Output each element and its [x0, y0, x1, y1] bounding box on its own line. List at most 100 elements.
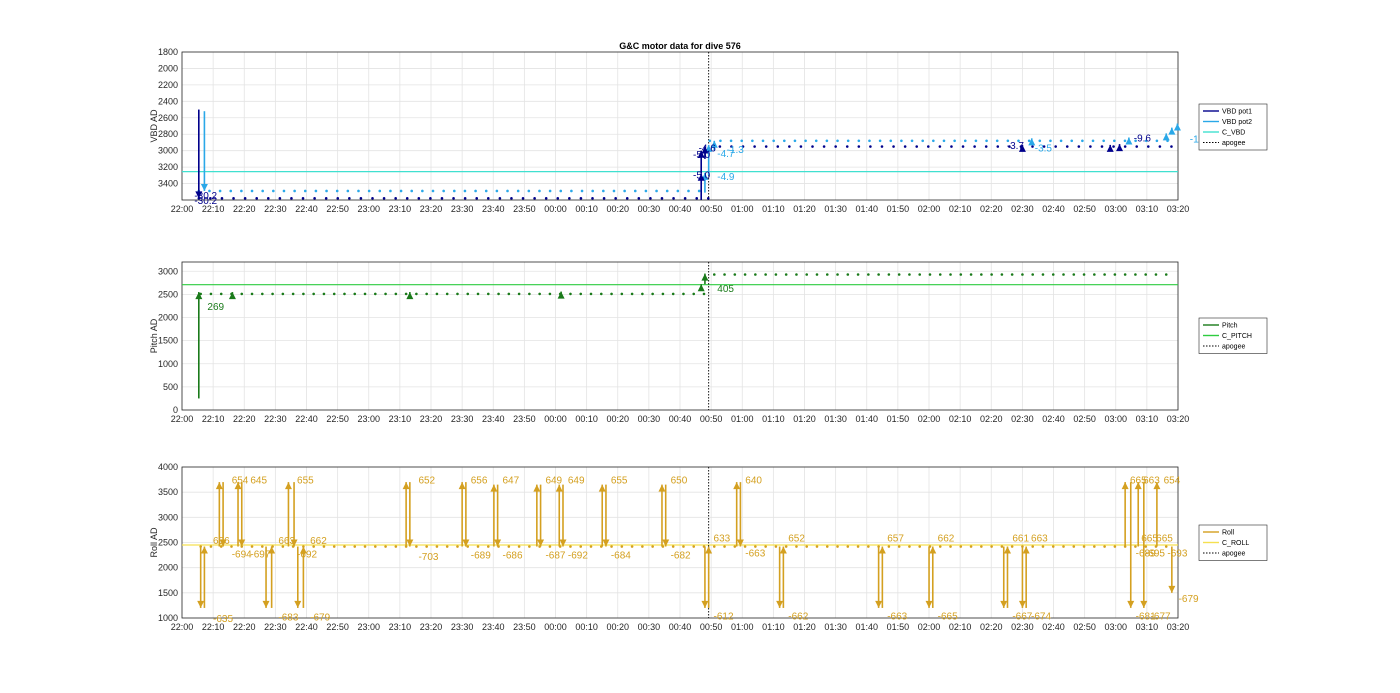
vbd-pot1-point [359, 197, 363, 200]
vbd-pot1-point [1147, 145, 1150, 148]
data-point [435, 292, 439, 296]
y-tick-label: 1000 [158, 613, 178, 623]
vbd-pot2-point [431, 189, 435, 193]
vbd-pot1-point [591, 197, 594, 200]
data-point [764, 273, 767, 276]
data-point [928, 273, 932, 276]
x-tick-label: 02:30 [1011, 414, 1034, 424]
vbd-pot2-point [846, 139, 850, 143]
data-point [1021, 273, 1024, 276]
move-annotation: -612 [714, 611, 734, 622]
data-point [445, 545, 449, 548]
vbd-pot1-point [1170, 145, 1173, 148]
move-annotation: 663 [1031, 533, 1048, 544]
data-point [712, 545, 716, 548]
x-tick-label: 22:30 [264, 204, 287, 214]
vbd-pot1-point [266, 197, 270, 200]
vbd-pot2-point [495, 189, 499, 193]
vbd-pot2-point [751, 139, 754, 143]
vbd-pot2-point [729, 139, 733, 143]
vbd-pot1-point [220, 197, 224, 200]
data-point [897, 545, 901, 548]
data-point [1000, 545, 1004, 548]
x-tick-label: 22:30 [264, 414, 287, 424]
data-point [846, 545, 850, 548]
x-tick-label: 23:10 [389, 204, 412, 214]
x-tick-label: 23:00 [357, 622, 380, 632]
vbd-pot1-point [996, 145, 1000, 148]
vbd-pot2-point [1059, 139, 1063, 143]
vbd-pot1-point [1158, 145, 1162, 148]
vbd-pot2-point [452, 189, 456, 193]
vbd-pot2-point [484, 189, 488, 193]
vbd-pot2-point [857, 139, 861, 143]
data-point [774, 273, 778, 276]
vbd-pot2-point [942, 139, 946, 143]
move-annotation: -689 [471, 551, 491, 562]
x-tick-label: 02:40 [1042, 622, 1065, 632]
data-point [1113, 545, 1117, 548]
move-annotation: -692 [297, 550, 317, 561]
data-point [836, 545, 839, 548]
x-tick-label: 23:20 [420, 204, 443, 214]
data-point [702, 292, 706, 296]
y-tick-label: 2800 [158, 129, 178, 139]
y-tick-label: 3500 [158, 487, 178, 497]
x-tick-label: 01:20 [793, 622, 816, 632]
vbd-pot1-point [452, 197, 455, 200]
vbd-pot2-point [985, 139, 988, 143]
data-point [425, 292, 428, 296]
vbd-pot1-point [614, 197, 617, 200]
y-tick-label: 2000 [158, 313, 178, 323]
x-tick-label: 02:00 [918, 204, 941, 214]
x-tick-label: 22:30 [264, 622, 287, 632]
legend-entry: apogee [1222, 140, 1245, 147]
data-point [466, 545, 470, 548]
vbd-pot2-point [836, 139, 839, 143]
x-tick-label: 23:30 [451, 622, 474, 632]
data-point [1113, 273, 1117, 276]
vbd-pot2-point [272, 189, 275, 193]
move-annotation: 663 [1143, 476, 1160, 487]
move-annotation: 656 [213, 536, 230, 547]
x-tick-label: 02:20 [980, 622, 1003, 632]
data-point [435, 545, 439, 548]
data-point [425, 545, 428, 548]
vbd-pot2-point [261, 189, 264, 193]
vbd-pot1-point [1112, 145, 1115, 148]
x-tick-label: 22:40 [295, 622, 318, 632]
vbd-pot1-point [1089, 145, 1092, 148]
vbd-pot2-point [346, 189, 350, 193]
y-axis-label: Roll AD [149, 527, 159, 558]
move-annotation: -687 [545, 551, 565, 562]
data-point [209, 292, 213, 296]
vbd-pot2-point [410, 189, 414, 193]
x-tick-label: 03:20 [1167, 622, 1190, 632]
data-point [1041, 545, 1045, 548]
vbd-pot2-point [357, 189, 360, 193]
x-tick-label: 00:30 [638, 414, 661, 424]
x-tick-label: 02:20 [980, 204, 1003, 214]
x-tick-label: 01:10 [762, 622, 785, 632]
data-point [815, 273, 819, 276]
x-tick-label: 22:00 [171, 622, 194, 632]
vbd-pot1-point [764, 145, 768, 148]
vbd-pot1-point [776, 145, 780, 148]
x-tick-label: 03:10 [1136, 204, 1159, 214]
vbd-pot1-point [799, 145, 803, 148]
data-point [651, 545, 654, 548]
vbd-pot1-point [533, 197, 536, 200]
x-tick-label: 01:30 [824, 414, 847, 424]
x-tick-label: 02:30 [1011, 622, 1034, 632]
vbd-pot1-point [568, 197, 571, 200]
legend-entry: apogee [1222, 551, 1245, 558]
vbd-pot1-point [845, 145, 849, 148]
data-point [250, 545, 254, 548]
data-point [959, 545, 963, 548]
data-point [938, 545, 942, 548]
vbd-pot1-point [1077, 145, 1081, 148]
vbd-pot1-point [1135, 145, 1139, 148]
data-point [476, 545, 480, 548]
data-point [620, 292, 624, 296]
vbd-pot2-point [889, 139, 893, 143]
